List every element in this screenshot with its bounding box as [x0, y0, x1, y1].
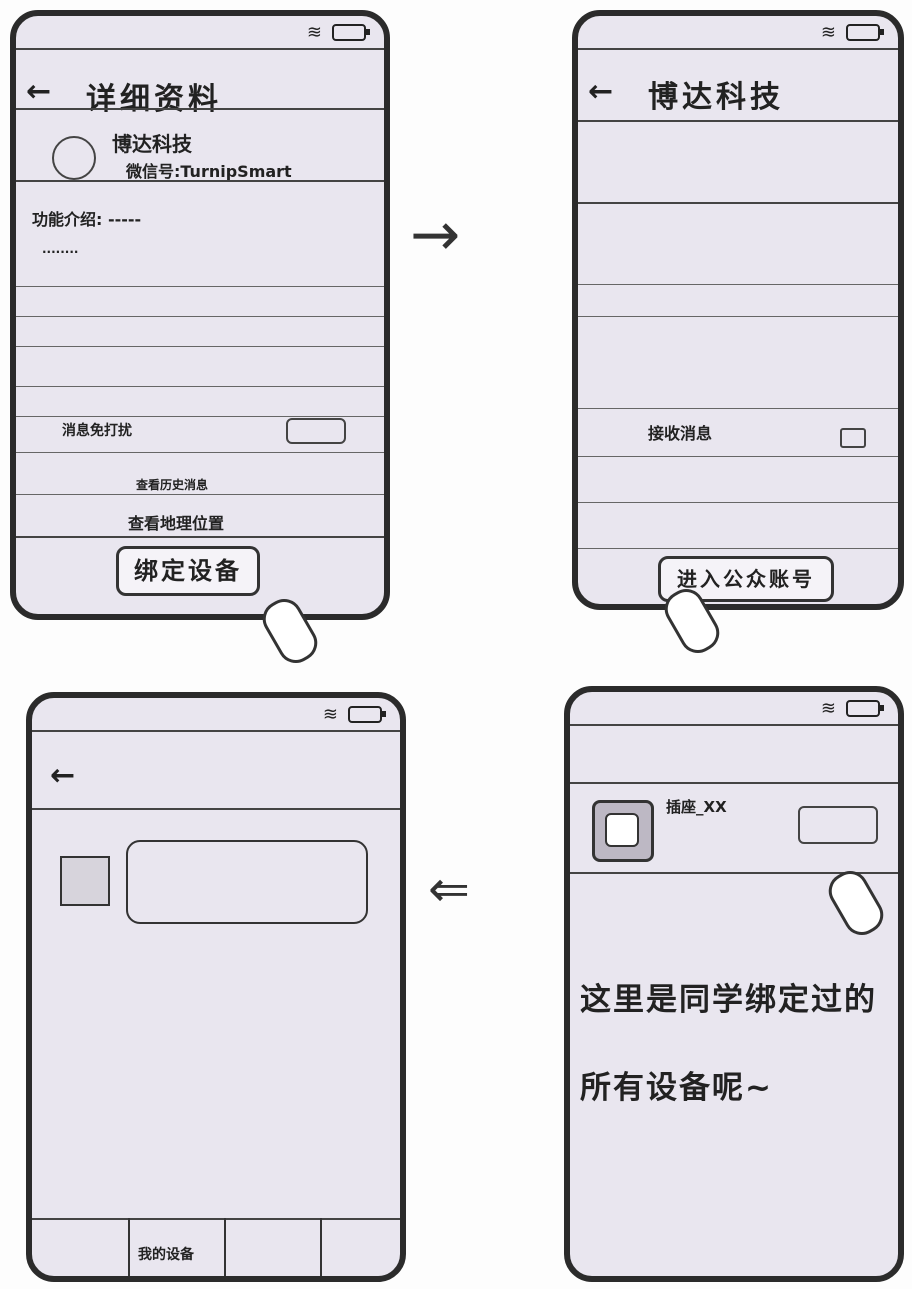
- phone-chat: ≋ ← 我的设备: [26, 692, 406, 1282]
- avatar[interactable]: [52, 136, 96, 180]
- intro-label: 功能介绍: -----: [32, 210, 142, 229]
- history-link[interactable]: 查看历史消息: [136, 476, 208, 493]
- receive-label: 接收消息: [648, 424, 713, 443]
- receive-toggle[interactable]: [840, 428, 866, 448]
- status-bar: ≋: [820, 698, 884, 719]
- socket-icon: [592, 800, 654, 862]
- status-bar: ≋: [322, 704, 386, 725]
- location-link[interactable]: 查看地理位置: [128, 510, 224, 534]
- bottom-tab-bar: 我的设备: [32, 1218, 400, 1276]
- wifi-icon: ≋: [306, 22, 322, 43]
- battery-icon: [332, 24, 370, 41]
- status-bar: ≋: [306, 22, 370, 43]
- page-title: 详细资料: [86, 82, 222, 117]
- caption-line-1: 这里是同学绑定过的: [580, 982, 877, 1018]
- account-name: 博达科技: [112, 132, 192, 156]
- arrow-left-icon: ⇐: [428, 860, 470, 918]
- tab-middle[interactable]: [224, 1218, 322, 1276]
- back-arrow-icon[interactable]: ←: [50, 758, 75, 793]
- dnd-toggle[interactable]: [286, 418, 346, 444]
- phone-detail-profile: ≋ ← 详细资料 博达科技 微信号:TurnipSmart 功能介绍: ----…: [10, 10, 390, 620]
- battery-icon: [846, 24, 884, 41]
- tab-left[interactable]: [32, 1218, 130, 1276]
- device-toggle[interactable]: [798, 806, 878, 844]
- page-title: 博达科技: [648, 80, 784, 115]
- device-name: 插座_XX: [666, 798, 727, 816]
- battery-icon: [846, 700, 884, 717]
- battery-icon: [348, 706, 386, 723]
- back-arrow-icon[interactable]: ←: [588, 74, 613, 109]
- wechat-id: 微信号:TurnipSmart: [126, 162, 292, 181]
- tab-my-devices[interactable]: 我的设备: [128, 1218, 226, 1276]
- sender-avatar: [60, 856, 110, 906]
- back-arrow-icon[interactable]: ←: [26, 74, 51, 109]
- caption-line-2: 所有设备呢~: [580, 1070, 773, 1106]
- tab-my-devices-label: 我的设备: [138, 1247, 194, 1263]
- dnd-label: 消息免打扰: [62, 423, 132, 439]
- message-bubble: [126, 840, 368, 924]
- arrow-right-icon: →: [410, 200, 461, 270]
- wifi-icon: ≋: [322, 704, 338, 725]
- wifi-icon: ≋: [820, 698, 836, 719]
- status-bar: ≋: [820, 22, 884, 43]
- phone-official-account: ≋ ← 博达科技 接收消息 进入公众账号: [572, 10, 904, 610]
- intro-more: ........: [42, 242, 79, 256]
- wifi-icon: ≋: [820, 22, 836, 43]
- device-row[interactable]: 插座_XX: [570, 782, 898, 872]
- phone-my-devices: ≋ 插座_XX 这里是同学绑定过的 所有设备呢~: [564, 686, 904, 1282]
- bind-device-button[interactable]: 绑定设备: [116, 546, 260, 596]
